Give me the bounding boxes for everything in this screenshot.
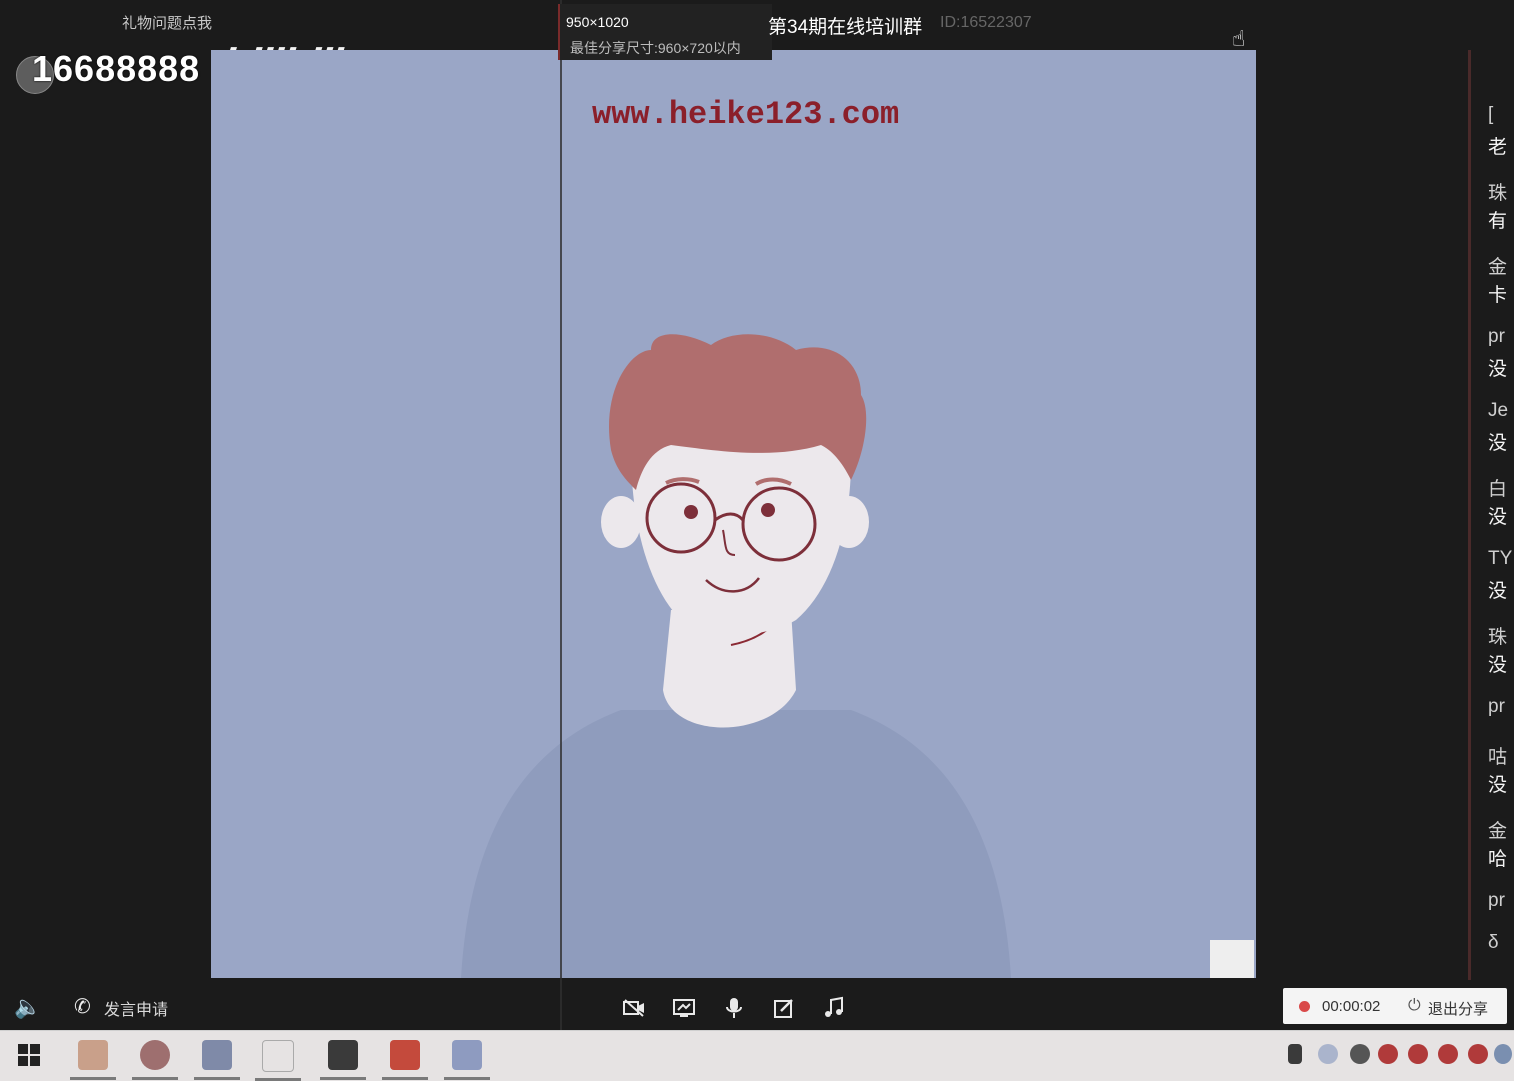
windows-start-icon[interactable] [18, 1044, 40, 1066]
chat-message-text: 没 [1488, 775, 1508, 796]
chat-message-text: 有 [1488, 211, 1508, 232]
chat-sender-name: [ [1488, 104, 1494, 125]
chat-message-text: 卡 [1488, 285, 1508, 306]
screen-share-view [211, 50, 1256, 978]
cartoon-avatar-illustration [461, 334, 1011, 978]
share-size-hint: 最佳分享尺寸:960×720以内 [570, 40, 741, 56]
recording-dot-icon [1299, 1001, 1310, 1012]
chat-message-text: 没 [1488, 581, 1508, 602]
chat-sender-name: pr [1488, 326, 1505, 347]
recording-time: 00:00:02 [1322, 998, 1381, 1015]
chat-sender-name: 珠 [1488, 183, 1508, 204]
chat-sender-name: Je [1488, 400, 1509, 421]
chat-message-text: 没 [1488, 433, 1508, 454]
taskbar-file-explorer-icon[interactable] [70, 1040, 116, 1080]
chat-sender-name: δ [1488, 932, 1499, 953]
tray-microphone-icon[interactable] [1288, 1044, 1302, 1064]
watermark-text: www.heike123.com [592, 96, 900, 133]
chat-message-text: 没 [1488, 359, 1508, 380]
chat-sender-name: 珠 [1488, 627, 1508, 648]
resize-handle[interactable] [1210, 940, 1254, 978]
taskbar-app-window-icon[interactable] [194, 1040, 240, 1080]
chat-sender-name: 白 [1488, 479, 1508, 500]
chat-sender-name: pr [1488, 696, 1505, 717]
chat-message-text: 没 [1488, 655, 1508, 676]
taskbar-c-app-icon[interactable] [382, 1040, 428, 1080]
taskbar-media-player-icon[interactable] [320, 1040, 366, 1080]
chat-sender-name: 咕 [1488, 747, 1508, 768]
share-size-text: 950×1020 [566, 14, 629, 30]
chat-message-text: 老 [1488, 137, 1508, 158]
music-icon[interactable] [822, 996, 846, 1020]
tray-qq-icon-4[interactable] [1468, 1044, 1488, 1064]
screen-share-icon[interactable] [672, 996, 696, 1020]
tray-qq-icon-3[interactable] [1438, 1044, 1458, 1064]
group-id: ID:16522307 [940, 14, 1032, 31]
taskbar-brush-app-icon[interactable] [444, 1040, 490, 1080]
tray-cloud-icon[interactable] [1494, 1044, 1512, 1064]
chat-sender-name: TY [1488, 548, 1513, 569]
microphone-icon[interactable] [722, 996, 746, 1020]
chat-message-text: 哈 [1488, 849, 1508, 870]
power-icon[interactable]: ⏻ [1408, 997, 1421, 1015]
phone-icon[interactable]: ✆ [74, 994, 91, 1019]
room-number: 16688888 [32, 48, 201, 89]
annotate-icon[interactable] [772, 996, 796, 1020]
tray-network-icon[interactable] [1318, 1044, 1338, 1064]
taskbar-browser-icon[interactable] [132, 1040, 178, 1080]
chat-sender-name: 金 [1488, 257, 1508, 278]
taskbar-tool-icon[interactable] [255, 1040, 301, 1081]
gift-help-link[interactable]: 礼物问题点我 [122, 12, 212, 33]
exit-share-button[interactable]: 退出分享 [1428, 998, 1488, 1019]
hand-cursor-icon: ☝ [1232, 26, 1246, 51]
chat-sender-name: 金 [1488, 821, 1508, 842]
chat-message-text: 没 [1488, 507, 1508, 528]
speak-request-button[interactable]: 发言申请 [104, 996, 168, 1020]
window-divider [560, 0, 562, 1030]
speaker-icon[interactable]: 🔈 [14, 994, 41, 1020]
group-title: 第34期在线培训群 [768, 17, 923, 38]
camera-off-icon[interactable] [622, 996, 646, 1020]
tray-app-icon[interactable] [1350, 1044, 1370, 1064]
chat-sender-name: pr [1488, 890, 1505, 911]
tray-qq-icon-2[interactable] [1408, 1044, 1428, 1064]
tray-qq-icon-1[interactable] [1378, 1044, 1398, 1064]
